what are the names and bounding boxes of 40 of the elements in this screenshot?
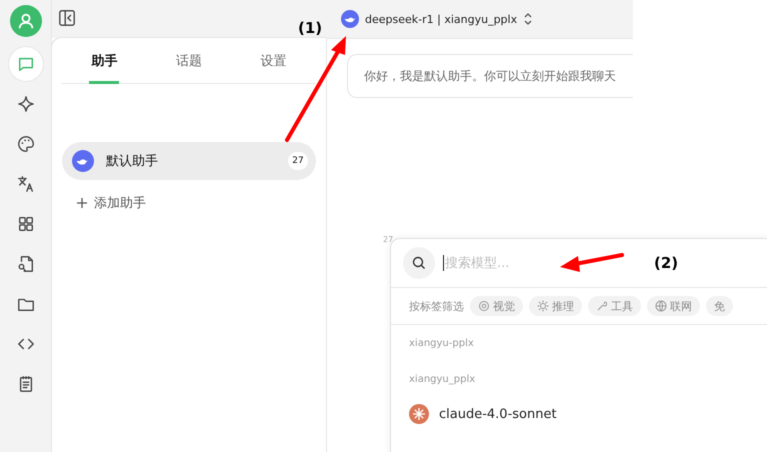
model-name: deepseek-r1 | xiangyu_pplx [365,12,518,26]
tag-filter[interactable]: 视觉 [470,296,523,316]
assistant-name: 默认助手 [106,153,159,170]
wrench-icon [596,300,608,312]
eye-icon [478,300,490,312]
tab[interactable]: 话题 [146,38,232,83]
annotation-arrow [560,253,624,272]
tag-filter[interactable]: 工具 [588,296,641,316]
annotation-label: (2) [654,254,678,272]
chevron-updown-icon [523,13,534,25]
file-search-icon [16,255,34,273]
translate-icon [16,175,34,193]
model-selector[interactable]: deepseek-r1 | xiangyu_pplx [341,10,534,28]
model-item[interactable]: claude-4.0-sonnet [391,397,767,431]
palette-icon [16,135,34,153]
chat-icon [16,55,34,73]
assistant-item[interactable]: 默认助手 27 [62,142,316,180]
group-label: xiangyu_pplx [408,372,476,386]
globe-icon [655,300,667,312]
greeting-message: 你好，我是默认助手。你可以立刻开始跟我聊天 [347,54,633,98]
whale-icon [341,10,359,28]
tab[interactable]: 助手 [62,38,147,83]
sunburst-icon [409,404,429,424]
plus-icon [76,197,88,209]
sun-icon [537,300,549,312]
sidebar-toggle-icon[interactable] [58,9,78,29]
add-assistant-button[interactable]: 添加助手 [76,194,146,212]
count-badge: 27 [288,152,308,170]
sparkle-icon [16,95,34,113]
tag-filter[interactable]: 联网 [647,296,700,316]
tag-filter[interactable]: 推理 [529,296,582,316]
tab[interactable]: 设置 [231,38,316,83]
annotation-label: (1) [298,19,322,37]
whale-icon [72,150,94,172]
filter-label: 按标签筛选 [409,298,464,314]
grid-icon [16,215,34,233]
search-icon [403,247,435,279]
group-label: xiangyu-pplx [408,336,475,350]
count-label: 27 [383,235,394,244]
tag-filter[interactable]: 免 [706,296,733,316]
